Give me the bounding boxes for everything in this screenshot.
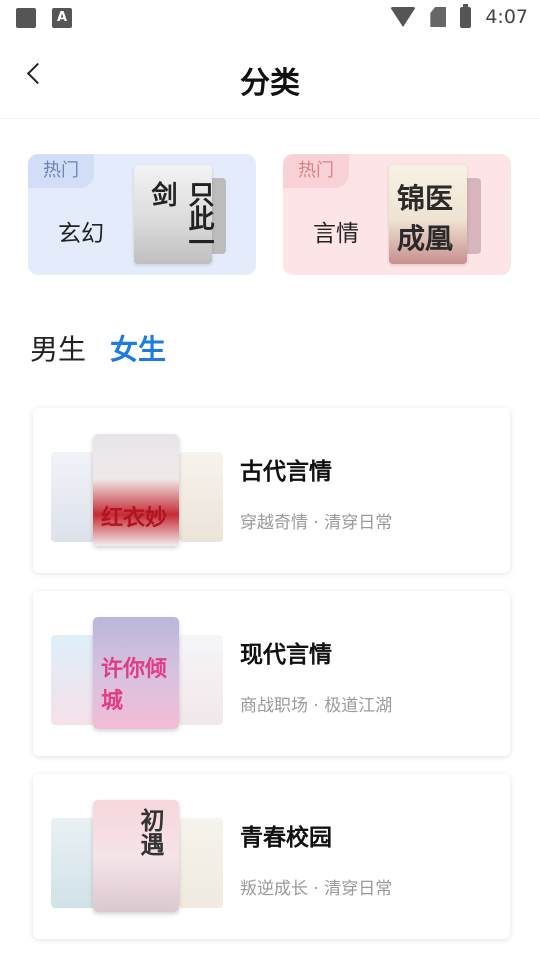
hot-tag: 热门	[283, 154, 349, 188]
category-name: 青春校园	[240, 825, 332, 851]
book-cover: 只此一剑	[134, 165, 214, 264]
no-sim-icon	[430, 7, 447, 27]
cover-title: 许你倾城	[101, 656, 168, 714]
category-subtitle: 叛逆成长 · 清穿日常	[240, 879, 393, 899]
status-bar: A 4:07	[0, 0, 540, 36]
category-card-campus[interactable]: 初遇 青春校园 叛逆成长 · 清穿日常	[33, 774, 510, 939]
book-cover-back	[51, 818, 95, 908]
hot-tag: 热门	[28, 154, 94, 188]
hot-card-yanqing[interactable]: 热门 言情 锦医成凰	[283, 154, 511, 275]
hot-card-label: 言情	[313, 221, 359, 247]
cover-title: 初遇	[136, 808, 165, 856]
tab-male[interactable]: 男生	[30, 328, 86, 368]
cover-title: 红衣妙	[101, 505, 168, 531]
category-card-ancient-romance[interactable]: 红衣妙 古代言情 穿越奇情 · 清穿日常	[33, 408, 510, 573]
battery-icon	[460, 3, 472, 28]
book-cover-back	[51, 635, 95, 725]
cover-title: 锦医成凰	[397, 182, 454, 255]
book-cover-back	[179, 452, 223, 542]
hot-card-xuanhuan[interactable]: 热门 玄幻 只此一剑	[28, 154, 256, 275]
category-name: 古代言情	[240, 459, 332, 485]
header: 分类	[0, 40, 540, 119]
book-cover: 红衣妙	[93, 434, 179, 546]
page-title: 分类	[240, 66, 300, 101]
status-time: 4:07	[485, 6, 528, 28]
book-cover-back	[179, 635, 223, 725]
category-name: 现代言情	[240, 642, 332, 668]
gender-tabs: 男生 女生	[30, 328, 166, 368]
category-subtitle: 穿越奇情 · 清穿日常	[240, 513, 393, 533]
wifi-icon	[390, 7, 417, 27]
a-icon: A	[52, 8, 72, 28]
book-cover-back	[51, 452, 95, 542]
book-cover: 许你倾城	[93, 617, 179, 729]
tab-female[interactable]: 女生	[110, 328, 166, 368]
category-subtitle: 商战职场 · 极道江湖	[240, 696, 393, 716]
cover-title: 只此一剑	[147, 181, 214, 253]
book-cover-back	[179, 818, 223, 908]
book-cover: 初遇	[93, 800, 179, 912]
image-icon	[16, 8, 36, 28]
hot-card-label: 玄幻	[58, 221, 104, 247]
category-card-modern-romance[interactable]: 许你倾城 现代言情 商战职场 · 极道江湖	[33, 591, 510, 756]
book-cover: 锦医成凰	[389, 165, 467, 264]
